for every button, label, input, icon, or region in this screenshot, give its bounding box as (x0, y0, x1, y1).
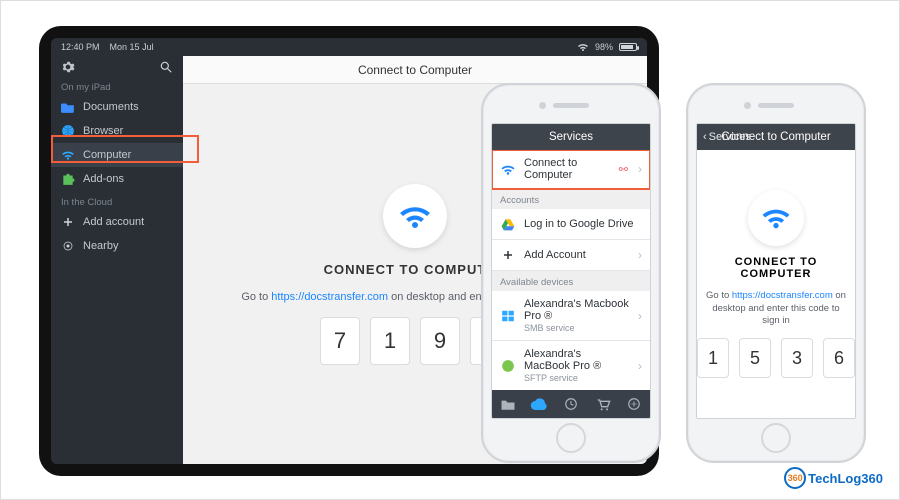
connect-heading: CONNECT TO COMPUTER (705, 256, 847, 280)
sidebar-section-cloud: In the Cloud (51, 191, 183, 210)
row-add-account[interactable]: Add Account › (492, 240, 650, 271)
code-digit: 1 (370, 317, 410, 365)
home-button[interactable] (761, 423, 791, 453)
row-device[interactable]: Alexandra's MacBook Pro ®SFTP service › (492, 341, 650, 390)
sidebar-item-label: Browser (83, 125, 123, 137)
sidebar-item-documents[interactable]: Documents (51, 95, 183, 119)
phone-speaker (553, 103, 589, 108)
phone-speaker (758, 103, 794, 108)
phone-screen: ‹ Services Connect to Computer CONNECT T… (696, 123, 856, 419)
sub-prefix: Go to (706, 290, 732, 301)
section-accounts: Accounts (492, 189, 650, 209)
tab-browser[interactable] (618, 390, 650, 418)
row-label: Alexandra's Macbook Pro ®SMB service (524, 298, 630, 333)
sidebar-section-onipad: On my iPad (51, 76, 183, 95)
sidebar-item-computer[interactable]: Computer (51, 143, 183, 167)
code-row: 1 5 3 6 (697, 338, 855, 378)
sidebar: On my iPad Documents Browser Computer Ad… (51, 56, 183, 464)
sidebar-item-label: Nearby (83, 240, 118, 252)
gdrive-icon (500, 216, 516, 232)
tab-store[interactable] (587, 390, 619, 418)
back-label: Services (709, 131, 751, 143)
sidebar-item-label: Add account (83, 216, 144, 228)
status-time: 12:40 PM (61, 42, 100, 52)
services-list: Connect to Computer ⚯ › Accounts Log in … (492, 150, 650, 390)
folder-icon (61, 100, 75, 114)
sidebar-item-label: Computer (83, 149, 131, 161)
connect-subtext: Go to https://docstransfer.com on deskto… (705, 290, 847, 328)
sub-prefix: Go to (241, 291, 271, 303)
puzzle-icon (61, 172, 75, 186)
navbar: Services (492, 124, 650, 150)
chevron-left-icon: ‹ (703, 131, 707, 143)
row-label: Add Account (524, 249, 630, 261)
tabbar (492, 390, 650, 418)
gear-icon[interactable] (61, 60, 75, 74)
wifi-hero-icon (748, 190, 804, 246)
wifi-icon (500, 161, 516, 177)
nearby-icon (61, 239, 75, 253)
code-digit: 6 (823, 338, 855, 378)
transfer-link[interactable]: https://docstransfer.com (271, 291, 388, 303)
globe-icon (61, 124, 75, 138)
sidebar-item-addons[interactable]: Add-ons (51, 167, 183, 191)
nav-title: Services (549, 131, 593, 143)
sidebar-item-addaccount[interactable]: Add account (51, 210, 183, 234)
connect-panel: CONNECT TO COMPUTER Go to https://docstr… (697, 150, 855, 418)
home-button[interactable] (556, 423, 586, 453)
code-digit: 9 (420, 317, 460, 365)
row-label: Log in to Google Drive (524, 218, 642, 230)
row-label: Alexandra's MacBook Pro ®SFTP service (524, 348, 630, 383)
sidebar-item-label: Documents (83, 101, 139, 113)
wifi-hero-icon (383, 184, 447, 248)
plus-icon (500, 247, 516, 263)
search-icon[interactable] (159, 60, 173, 74)
transfer-link[interactable]: https://docstransfer.com (732, 290, 833, 301)
wifi-status-icon (577, 42, 589, 52)
row-connect-to-computer[interactable]: Connect to Computer ⚯ › (492, 150, 650, 189)
sidebar-item-nearby[interactable]: Nearby (51, 234, 183, 258)
iphone-services: Services Connect to Computer ⚯ › Account… (481, 83, 661, 463)
code-digit: 3 (781, 338, 813, 378)
tab-files[interactable] (492, 390, 524, 418)
watermark: 360 TechLog360 (784, 467, 883, 489)
ipad-statusbar: 12:40 PM Mon 15 Jul 98% (51, 38, 647, 56)
globe-safe-icon (500, 358, 516, 374)
watermark-text: TechLog360 (808, 471, 883, 486)
chevron-right-icon: › (638, 162, 642, 176)
plus-icon (61, 215, 75, 229)
battery-percent: 98% (595, 42, 613, 52)
chevron-right-icon: › (638, 359, 642, 373)
windows-icon (500, 308, 516, 324)
link-icon: ⚯ (619, 163, 628, 176)
status-date: Mon 15 Jul (110, 42, 154, 52)
back-button[interactable]: ‹ Services (703, 131, 751, 143)
row-device[interactable]: Alexandra's Macbook Pro ®SMB service › (492, 291, 650, 341)
tab-recent[interactable] (555, 390, 587, 418)
section-devices: Available devices (492, 271, 650, 291)
watermark-badge: 360 (784, 467, 806, 489)
code-digit: 7 (320, 317, 360, 365)
content-title: Connect to Computer (183, 56, 647, 84)
navbar: ‹ Services Connect to Computer (697, 124, 855, 150)
row-google-drive[interactable]: Log in to Google Drive (492, 209, 650, 240)
phone-camera (744, 102, 751, 109)
wifi-icon (61, 148, 75, 162)
chevron-right-icon: › (638, 248, 642, 262)
chevron-right-icon: › (638, 309, 642, 323)
sidebar-item-label: Add-ons (83, 173, 124, 185)
code-digit: 1 (697, 338, 729, 378)
connect-heading: CONNECT TO COMPUTER (324, 262, 507, 277)
tab-cloud[interactable] (524, 390, 556, 418)
code-digit: 5 (739, 338, 771, 378)
phone-screen: Services Connect to Computer ⚯ › Account… (491, 123, 651, 419)
iphone-connect: ‹ Services Connect to Computer CONNECT T… (686, 83, 866, 463)
battery-icon (619, 43, 637, 51)
row-label: Connect to Computer (524, 157, 611, 181)
phone-camera (539, 102, 546, 109)
sidebar-item-browser[interactable]: Browser (51, 119, 183, 143)
